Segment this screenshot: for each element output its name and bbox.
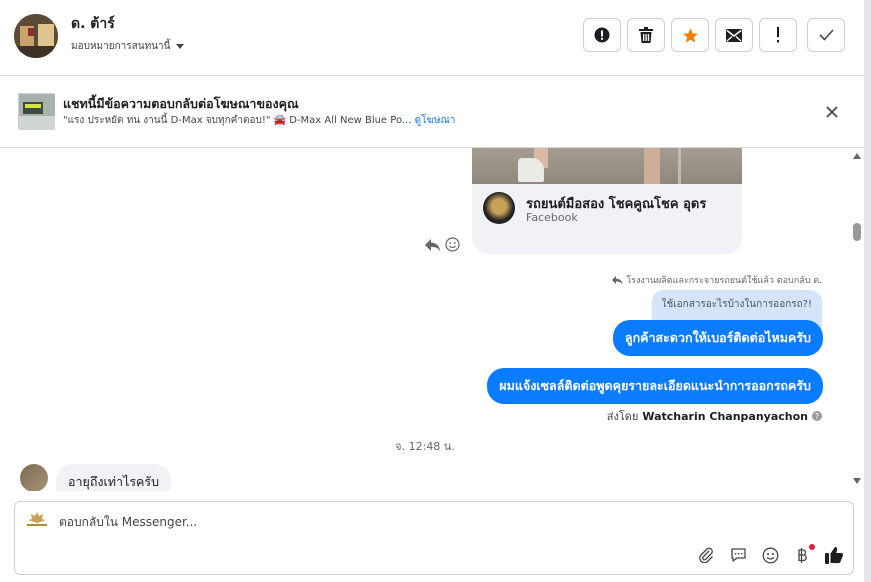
help-icon[interactable]: ? xyxy=(812,411,822,421)
delete-button[interactable] xyxy=(627,18,665,52)
thumbs-up-icon[interactable] xyxy=(823,544,845,566)
contact-avatar-small xyxy=(20,464,48,491)
alert-circle-icon xyxy=(594,27,610,43)
page-logo-icon xyxy=(25,511,49,529)
reply-input[interactable] xyxy=(59,510,759,534)
saved-reply-icon[interactable] xyxy=(727,544,749,566)
sent-by-prefix: ส่งโดย xyxy=(606,410,639,423)
mark-unread-button[interactable] xyxy=(715,18,753,52)
window-edge xyxy=(864,0,871,582)
emoji-icon[interactable] xyxy=(759,544,781,566)
close-icon xyxy=(826,106,838,118)
envelope-icon xyxy=(726,28,742,42)
exclamation-icon xyxy=(777,27,779,43)
shared-source: Facebook xyxy=(526,211,578,224)
incoming-message[interactable]: อายุถึงเท่าไรครับ xyxy=(56,464,172,491)
baht-icon[interactable] xyxy=(791,544,815,566)
scroll-thumb[interactable] xyxy=(853,223,861,241)
inbox-conversation-panel: ด. ต้าร์ มอบหมายการสนทนานี้ แชทนี้มีข้อค… xyxy=(0,0,871,582)
conversation-header: ด. ต้าร์ มอบหมายการสนทนานี้ xyxy=(0,0,864,76)
outgoing-message[interactable]: ผมแจ้งเซลล์ติดต่อพูดคุยรายละเอียดแนะนำกา… xyxy=(487,368,823,404)
star-icon xyxy=(682,27,698,43)
mark-done-button[interactable] xyxy=(807,18,845,52)
ad-thumbnail[interactable] xyxy=(18,93,55,130)
trash-icon xyxy=(639,27,653,43)
ad-banner-subtitle: "แรง ประหยัด ทน งานนี้ D-Max จบทุกคำตอบ!… xyxy=(63,113,455,128)
page-logo xyxy=(483,192,515,224)
message-timestamp: จ. 12:48 น. xyxy=(395,440,455,453)
spam-button[interactable] xyxy=(583,18,621,52)
ad-banner-title: แชทนี้มีข้อความตอบกลับต่อโฆษณาของคุณ xyxy=(63,96,299,111)
header-actions xyxy=(583,18,845,52)
reply-arrow-icon xyxy=(612,275,623,284)
thread-scrollbar[interactable] xyxy=(850,150,864,490)
reply-context: โรงงานผลิตและกระจายรถยนต์ใช้แล้ว ตอบกลับ… xyxy=(612,273,822,287)
scroll-down-arrow-icon[interactable] xyxy=(853,478,861,484)
contact-name[interactable]: ด. ต้าร์ xyxy=(71,13,115,35)
reply-icon[interactable] xyxy=(424,237,441,256)
reply-composer xyxy=(14,501,854,575)
attachment-icon[interactable] xyxy=(695,544,717,566)
view-ad-link[interactable]: ดูโฆษณา xyxy=(415,115,456,126)
ad-caption: "แรง ประหยัด ทน งานนี้ D-Max จบทุกคำตอบ!… xyxy=(63,115,412,126)
contact-avatar[interactable] xyxy=(14,14,58,58)
star-button[interactable] xyxy=(671,18,709,52)
ad-reply-banner: แชทนี้มีข้อความตอบกลับต่อโฆษณาของคุณ "แร… xyxy=(0,76,864,148)
sent-by-label: ส่งโดย Watcharin Chanpanyachon ? xyxy=(607,407,822,425)
outgoing-message[interactable]: ลูกค้าสะดวกให้เบอร์ติดต่อไหมครับ xyxy=(612,320,823,356)
notification-dot xyxy=(809,544,815,550)
assign-conversation-dropdown[interactable]: มอบหมายการสนทนานี้ xyxy=(71,39,185,54)
composer-tools xyxy=(695,544,845,566)
react-emoji-icon[interactable] xyxy=(445,237,460,256)
assign-label: มอบหมายการสนทนานี้ xyxy=(71,41,171,52)
shared-post-image xyxy=(472,148,742,184)
check-icon xyxy=(818,29,834,41)
message-actions xyxy=(424,237,460,256)
scroll-up-arrow-icon[interactable] xyxy=(853,153,861,159)
caret-down-icon xyxy=(176,44,185,49)
follow-up-button[interactable] xyxy=(759,18,797,52)
reply-context-text: โรงงานผลิตและกระจายรถยนต์ใช้แล้ว ตอบกลับ… xyxy=(626,276,822,286)
message-thread[interactable]: รถยนต์มือสอง โชคคูณโชค อุดร Facebook โรง… xyxy=(0,148,850,491)
sender-name: Watcharin Chanpanyachon xyxy=(642,409,808,423)
close-banner-button[interactable] xyxy=(822,102,842,122)
shared-post-card[interactable]: รถยนต์มือสอง โชคคูณโชค อุดร Facebook xyxy=(472,148,742,254)
